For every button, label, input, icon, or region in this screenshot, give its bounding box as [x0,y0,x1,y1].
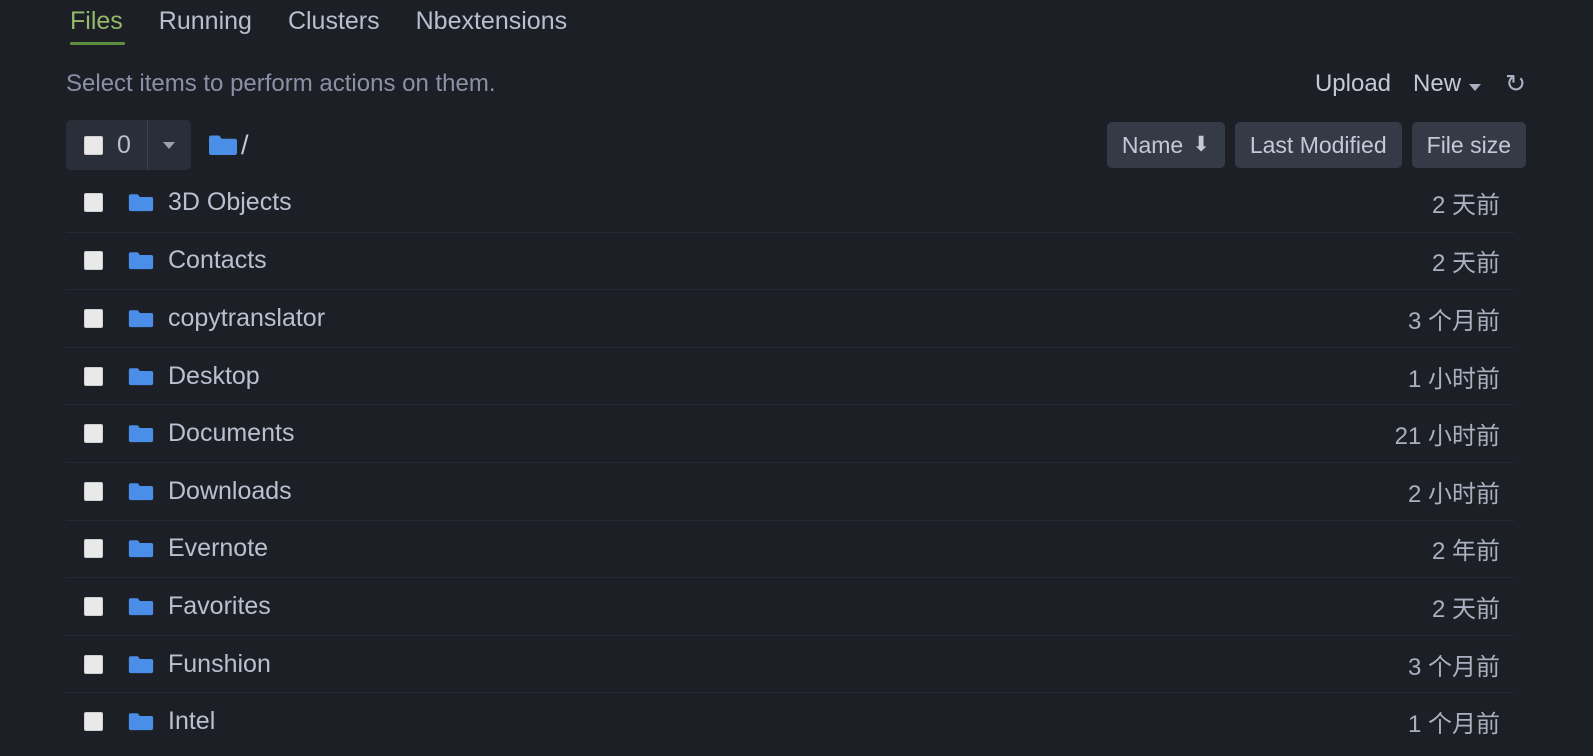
file-name[interactable]: copytranslator [168,304,325,333]
sort-by-name-label: Name [1121,132,1184,158]
table-row[interactable]: Evernote 2 年前 [66,519,1514,578]
folder-icon [128,250,154,271]
folder-icon [128,711,154,732]
select-all-group: 0 [66,120,191,170]
checkbox-unchecked-icon[interactable] [84,135,103,155]
table-row[interactable]: Downloads 2 小时前 [66,461,1514,520]
file-name[interactable]: Documents [168,419,294,448]
notice-action-row: Select items to perform actions on them.… [66,64,1526,112]
file-modified: 2 小时前 [1407,480,1500,508]
folder-icon [128,423,154,444]
action-buttons: Upload New ↻ [1315,64,1526,104]
new-dropdown-button[interactable]: New [1413,64,1482,104]
table-row[interactable]: Desktop 1 小时前 [66,346,1514,405]
table-row[interactable]: Intel 1 个月前 [66,692,1514,750]
file-modified: 3 个月前 [1407,653,1500,681]
file-modified: 3 个月前 [1407,307,1500,335]
list-toolbar: 0 / Name ⬇ Last Modified File size [66,120,1526,174]
tab-running-label: Running [158,7,252,35]
table-row[interactable]: Funshion 3 个月前 [66,634,1514,693]
table-row[interactable]: Contacts 2 天前 [66,231,1514,290]
row-checkbox-icon[interactable] [84,654,103,674]
arrow-down-icon: ⬇ [1192,133,1210,156]
table-row[interactable]: copytranslator 3 个月前 [66,289,1514,347]
sort-buttons: Name ⬇ Last Modified File size [1106,122,1526,168]
row-checkbox-icon[interactable] [84,481,103,501]
table-row[interactable]: 3D Objects 2 天前 [66,174,1514,232]
sort-by-name-button[interactable]: Name ⬇ [1106,122,1225,168]
file-modified: 2 天前 [1431,595,1500,623]
refresh-icon[interactable]: ↻ [1505,64,1526,104]
folder-icon [128,538,154,559]
table-row[interactable]: Documents 21 小时前 [66,404,1514,462]
file-name[interactable]: Downloads [168,477,292,506]
file-name[interactable]: Intel [168,707,215,736]
file-name[interactable]: Contacts [168,246,267,275]
folder-icon [208,133,238,157]
folder-icon [128,654,154,675]
tab-clusters[interactable]: Clusters [270,0,398,50]
folder-icon [128,481,154,502]
table-row[interactable]: Favorites 2 天前 [66,577,1514,635]
row-checkbox-icon[interactable] [84,712,103,732]
new-button-label: New [1413,70,1462,97]
folder-icon [128,308,154,329]
sort-by-file-size-button[interactable]: File size [1411,122,1526,168]
folder-icon [128,366,154,387]
chevron-down-icon [1469,83,1482,91]
selection-notice: Select items to perform actions on them. [66,70,496,97]
jupyter-file-browser: Files Running Clusters Nbextensions Sele… [0,0,1593,756]
row-checkbox-icon[interactable] [84,366,103,386]
breadcrumb[interactable]: / [208,120,249,170]
file-modified: 2 天前 [1431,250,1500,278]
chevron-down-icon [163,141,176,149]
sort-by-last-modified-label: Last Modified [1249,132,1387,158]
sort-by-last-modified-button[interactable]: Last Modified [1234,122,1402,168]
main-tabbar: Files Running Clusters Nbextensions [66,0,1526,48]
file-name[interactable]: 3D Objects [168,188,292,217]
file-name[interactable]: Funshion [168,650,271,679]
row-checkbox-icon[interactable] [84,539,103,559]
file-list: 3D Objects 2 天前 Contacts 2 天前 copytransl… [66,174,1514,750]
row-checkbox-icon[interactable] [84,251,103,271]
file-name[interactable]: Favorites [168,592,271,621]
file-modified: 2 天前 [1431,192,1500,220]
row-checkbox-icon[interactable] [84,424,103,444]
folder-icon [128,192,154,213]
file-modified: 1 小时前 [1407,365,1500,393]
file-modified: 1 个月前 [1407,711,1500,739]
tab-files-label: Files [70,7,123,35]
row-checkbox-icon[interactable] [84,596,103,616]
file-modified: 21 小时前 [1394,423,1500,451]
file-name[interactable]: Desktop [168,362,260,391]
select-all-button[interactable]: 0 [66,120,147,170]
tab-clusters-label: Clusters [287,7,380,35]
sort-by-file-size-label: File size [1426,132,1511,158]
upload-button[interactable]: Upload [1315,64,1391,104]
tab-nbextensions[interactable]: Nbextensions [398,0,585,50]
tab-running[interactable]: Running [141,0,270,50]
folder-icon [128,596,154,617]
row-checkbox-icon[interactable] [84,308,103,328]
tab-files[interactable]: Files [66,0,141,50]
breadcrumb-path: / [241,130,249,160]
select-dropdown-button[interactable] [146,120,191,170]
file-modified: 2 年前 [1431,538,1500,566]
tab-nbextensions-label: Nbextensions [415,7,568,35]
file-name[interactable]: Evernote [168,534,268,563]
row-checkbox-icon[interactable] [84,193,103,213]
selected-count: 0 [117,131,131,159]
